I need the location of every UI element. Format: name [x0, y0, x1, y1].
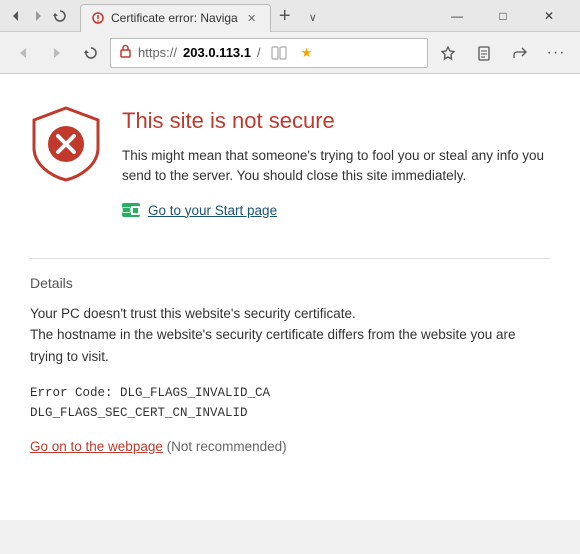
reading-view-icon[interactable]: [267, 41, 291, 65]
error-code: Error Code: DLG_FLAGS_INVALID_CADLG_FLAG…: [30, 383, 550, 423]
address-action-icons: ★: [267, 41, 319, 65]
error-title: This site is not secure: [122, 108, 550, 134]
address-bar: https:// 203.0.113.1 / ★ ···: [0, 32, 580, 74]
tab-list-button[interactable]: ∨: [299, 4, 327, 32]
go-webpage-link[interactable]: Go on to the webpage: [30, 439, 163, 454]
address-path: /: [257, 45, 261, 60]
maximize-button[interactable]: □: [480, 0, 526, 32]
tab-favicon: [91, 11, 105, 25]
lock-icon: [119, 44, 132, 61]
address-input[interactable]: https:// 203.0.113.1 / ★: [110, 38, 428, 68]
not-recommended-text: (Not recommended): [167, 439, 287, 454]
reload-button[interactable]: [52, 8, 68, 24]
go-webpage-section: Go on to the webpage (Not recommended): [30, 439, 550, 454]
more-button[interactable]: ···: [540, 37, 572, 69]
page-content: This site is not secure This might mean …: [0, 74, 580, 520]
details-text-1: Your PC doesn't trust this website's sec…: [30, 306, 356, 321]
favorites-hub-button[interactable]: [432, 37, 464, 69]
details-text: Your PC doesn't trust this website's sec…: [30, 303, 550, 368]
window-controls: — □ ✕: [434, 0, 572, 32]
details-text-2: The hostname in the website's security c…: [30, 327, 516, 364]
tab-close-button[interactable]: ✕: [244, 10, 260, 26]
error-main-section: This site is not secure This might mean …: [30, 104, 550, 238]
shield-icon: [30, 104, 102, 184]
title-bar-icons: [8, 8, 68, 24]
back-button[interactable]: [8, 8, 24, 24]
active-tab[interactable]: Certificate error: Naviga ✕: [80, 4, 271, 32]
forward-nav-button[interactable]: [42, 38, 72, 68]
forward-button[interactable]: [30, 8, 46, 24]
tab-title: Certificate error: Naviga: [111, 11, 238, 25]
favorites-icon[interactable]: ★: [295, 41, 319, 65]
back-nav-button[interactable]: [8, 38, 38, 68]
go-start-link[interactable]: Go to your Start page: [122, 203, 550, 218]
address-protocol: https://: [138, 45, 177, 60]
go-start-text[interactable]: Go to your Start page: [148, 203, 277, 218]
refresh-nav-button[interactable]: [76, 38, 106, 68]
minimize-button[interactable]: —: [434, 0, 480, 32]
title-bar: Certificate error: Naviga ✕ + ∨ — □ ✕: [0, 0, 580, 32]
error-text-section: This site is not secure This might mean …: [122, 104, 550, 238]
go-start-icon: [122, 203, 140, 217]
error-code-text: Error Code: DLG_FLAGS_INVALID_CADLG_FLAG…: [30, 386, 270, 420]
new-tab-button[interactable]: +: [271, 4, 299, 32]
close-button[interactable]: ✕: [526, 0, 572, 32]
address-domain: 203.0.113.1: [183, 45, 251, 60]
error-description: This might mean that someone's trying to…: [122, 146, 550, 187]
details-label: Details: [30, 275, 550, 291]
details-section: Details Your PC doesn't trust this websi…: [30, 258, 550, 455]
share-button[interactable]: [504, 37, 536, 69]
notes-button[interactable]: [468, 37, 500, 69]
